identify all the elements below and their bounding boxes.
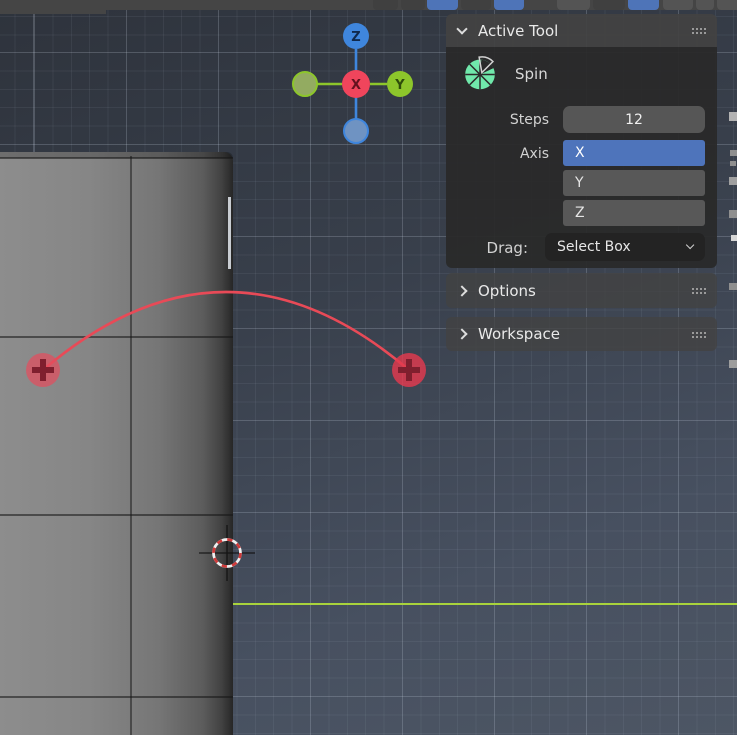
spin-gizmo-arc[interactable] (42, 290, 410, 371)
gizmo-x-label: X (351, 78, 361, 93)
gizmo-axis-y-neg[interactable] (292, 71, 318, 97)
axis-selector: X Y Z (563, 140, 705, 230)
gizmo-axis-z[interactable]: Z (343, 23, 369, 49)
panel-title: Workspace (478, 325, 560, 343)
cutoff-ui-fragment (731, 235, 737, 241)
panel-title: Options (478, 281, 536, 300)
cutoff-ui-fragment (729, 210, 737, 218)
panel-header-options[interactable]: Options (446, 273, 717, 308)
chevron-down-icon[interactable] (456, 23, 468, 35)
active-tool-name: Spin (515, 65, 548, 83)
spin-handle-left[interactable] (26, 353, 60, 387)
cutoff-ui-fragment (729, 360, 737, 368)
blender-viewport: Z Y X Active Tool Spin Steps 12 Axis X Y… (0, 0, 737, 735)
panel-header-active-tool[interactable]: Active Tool (446, 14, 717, 47)
cutoff-ui-fragment (729, 112, 737, 121)
drag-grip-icon[interactable] (692, 331, 694, 334)
spin-icon (465, 56, 495, 90)
axis-option-z[interactable]: Z (563, 200, 705, 226)
chevron-down-icon (685, 241, 695, 250)
drag-grip-icon[interactable] (692, 288, 694, 290)
axis-option-y[interactable]: Y (563, 170, 705, 196)
axis-option-x[interactable]: X (563, 140, 705, 166)
drag-dropdown[interactable]: Select Box (545, 233, 705, 261)
gizmo-axis-z-neg[interactable] (343, 118, 369, 144)
cutoff-ui-fragment (730, 161, 736, 166)
steps-value: 12 (625, 111, 643, 128)
active-tool-panel-body: Spin Steps 12 Axis X Y Z Drag: Select Bo… (446, 47, 717, 268)
steps-input[interactable]: 12 (563, 106, 705, 133)
gizmo-y-label: Y (394, 78, 405, 93)
chevron-right-icon[interactable] (456, 328, 468, 340)
cutoff-ui-fragment (730, 150, 737, 156)
steps-label: Steps (509, 112, 549, 128)
gizmo-axis-y[interactable]: Y (387, 71, 413, 97)
panel-header-workspace[interactable]: Workspace (446, 317, 717, 351)
3d-cursor (199, 525, 255, 581)
navigation-gizmo[interactable]: Z Y X (292, 23, 413, 144)
chevron-right-icon[interactable] (456, 284, 468, 297)
spin-handle-right[interactable] (392, 353, 426, 387)
drag-dropdown-value: Select Box (557, 239, 631, 255)
panel-title: Active Tool (478, 21, 559, 40)
axis-label: Axis (519, 146, 549, 162)
gizmo-axis-x[interactable]: X (342, 70, 370, 98)
gizmo-z-label: Z (351, 30, 360, 45)
axis-option-label: Z (575, 205, 585, 221)
axis-option-label: Y (575, 175, 584, 191)
cutoff-ui-fragment (729, 283, 737, 290)
drag-label: Drag: (486, 239, 528, 257)
drag-grip-icon[interactable] (692, 28, 694, 30)
axis-option-label: X (575, 145, 585, 161)
tool-settings-panels: Active Tool Spin Steps 12 Axis X Y Z Dra… (446, 14, 717, 351)
cutoff-ui-fragment (729, 177, 737, 185)
